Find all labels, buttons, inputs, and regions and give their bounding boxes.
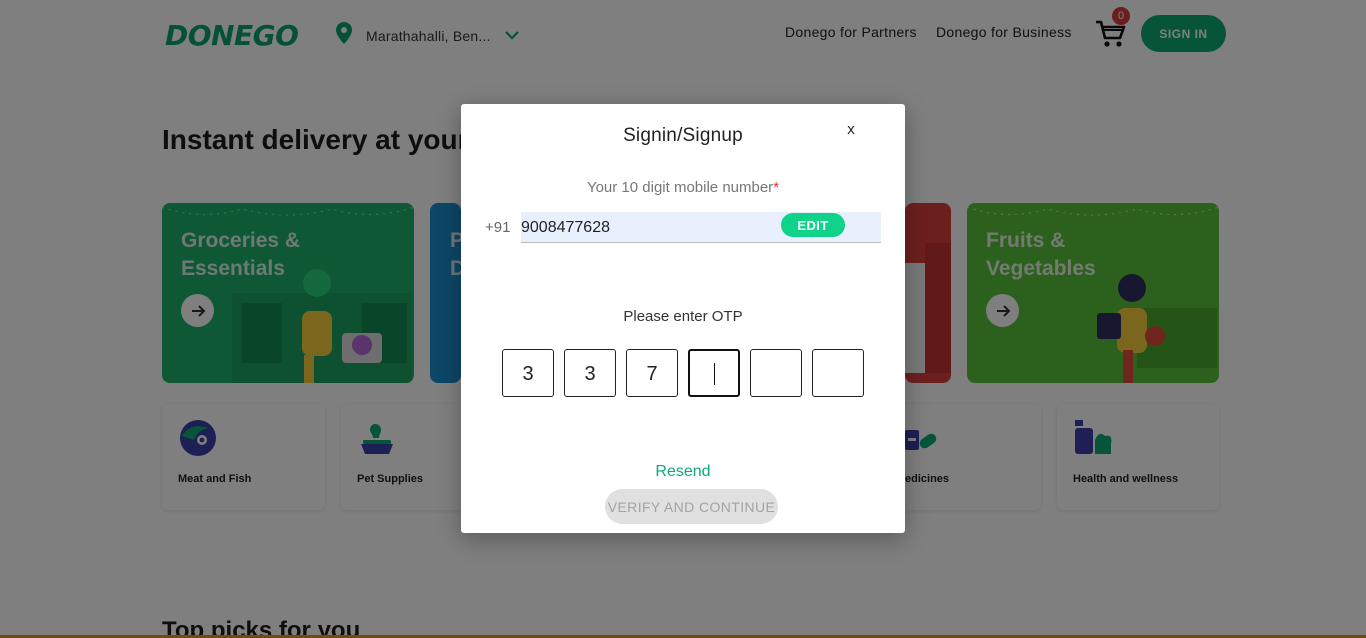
- otp-digit-1[interactable]: 3: [502, 349, 554, 397]
- verify-and-continue-button[interactable]: VERIFY AND CONTINUE: [605, 489, 778, 524]
- otp-digit-5[interactable]: [750, 349, 802, 397]
- close-button[interactable]: x: [844, 120, 858, 138]
- required-asterisk: *: [773, 179, 780, 196]
- edit-phone-button[interactable]: EDIT: [781, 213, 845, 237]
- mobile-number-label: Your 10 digit mobile number*: [461, 179, 905, 196]
- country-code: +91: [485, 219, 511, 236]
- text-caret: [714, 363, 715, 385]
- otp-digit-2[interactable]: 3: [564, 349, 616, 397]
- resend-otp-link[interactable]: Resend: [461, 463, 905, 481]
- otp-digit-4[interactable]: [688, 349, 740, 397]
- mobile-label-text: Your 10 digit mobile number: [586, 179, 774, 196]
- otp-digit-6[interactable]: [812, 349, 864, 397]
- modal-title: Signin/Signup: [623, 125, 743, 146]
- signin-modal: Signin/Signup x Your 10 digit mobile num…: [461, 104, 905, 533]
- otp-digit-3[interactable]: 7: [626, 349, 678, 397]
- otp-prompt: Please enter OTP: [623, 308, 743, 325]
